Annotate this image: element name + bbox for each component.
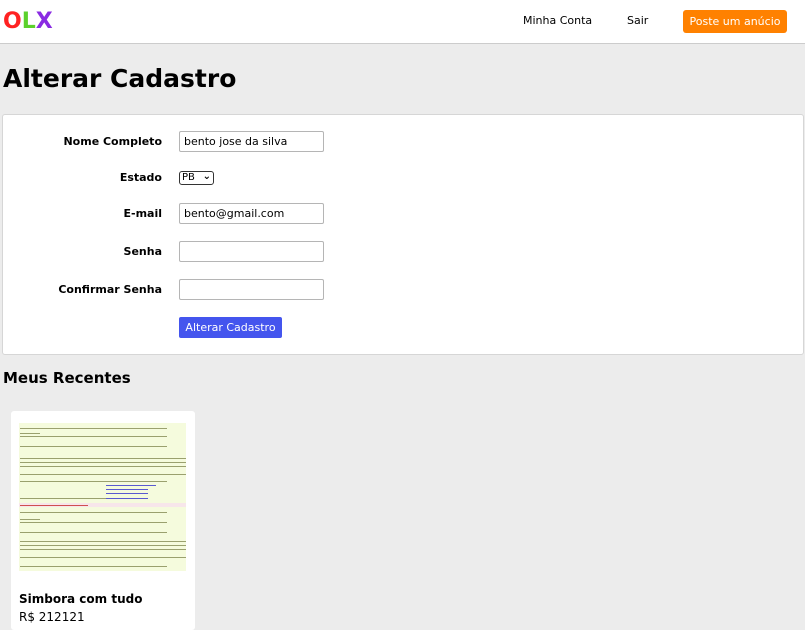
chevron-down-icon: ⌄ (202, 171, 211, 182)
ad-title: Simbora com tudo (19, 592, 143, 606)
ad-thumbnail-image (19, 423, 186, 571)
password-label: Senha (123, 245, 162, 258)
state-select-value: PB (182, 172, 195, 183)
my-account-link[interactable]: Minha Conta (523, 14, 592, 28)
olx-logo[interactable]: OLX (3, 9, 53, 35)
password-input[interactable] (179, 241, 324, 262)
name-label: Nome Completo (63, 135, 162, 148)
post-ad-button[interactable]: Poste um anúcio (683, 10, 787, 33)
edit-profile-form: Nome Completo Estado PB ⌄ E-mail Senha C… (2, 114, 804, 355)
logo-letter-o: O (3, 9, 22, 34)
confirm-password-input[interactable] (179, 279, 324, 300)
state-select[interactable]: PB ⌄ (179, 171, 214, 185)
submit-button[interactable]: Alterar Cadastro (179, 317, 282, 338)
email-label: E-mail (123, 207, 162, 220)
logout-link[interactable]: Sair (627, 14, 648, 28)
recent-section-title: Meus Recentes (3, 369, 131, 387)
email-input[interactable] (179, 203, 324, 224)
top-header: OLX Minha Conta Sair Poste um anúcio (0, 0, 805, 44)
page-title: Alterar Cadastro (3, 64, 237, 93)
ad-price: R$ 212121 (19, 610, 85, 624)
ad-card[interactable]: Simbora com tudo R$ 212121 (11, 411, 195, 630)
state-label: Estado (119, 171, 162, 184)
logo-letter-l: L (21, 9, 36, 34)
logo-letter-x: X (35, 9, 53, 34)
name-input[interactable] (179, 131, 324, 152)
confirm-password-label: Confirmar Senha (58, 283, 162, 296)
